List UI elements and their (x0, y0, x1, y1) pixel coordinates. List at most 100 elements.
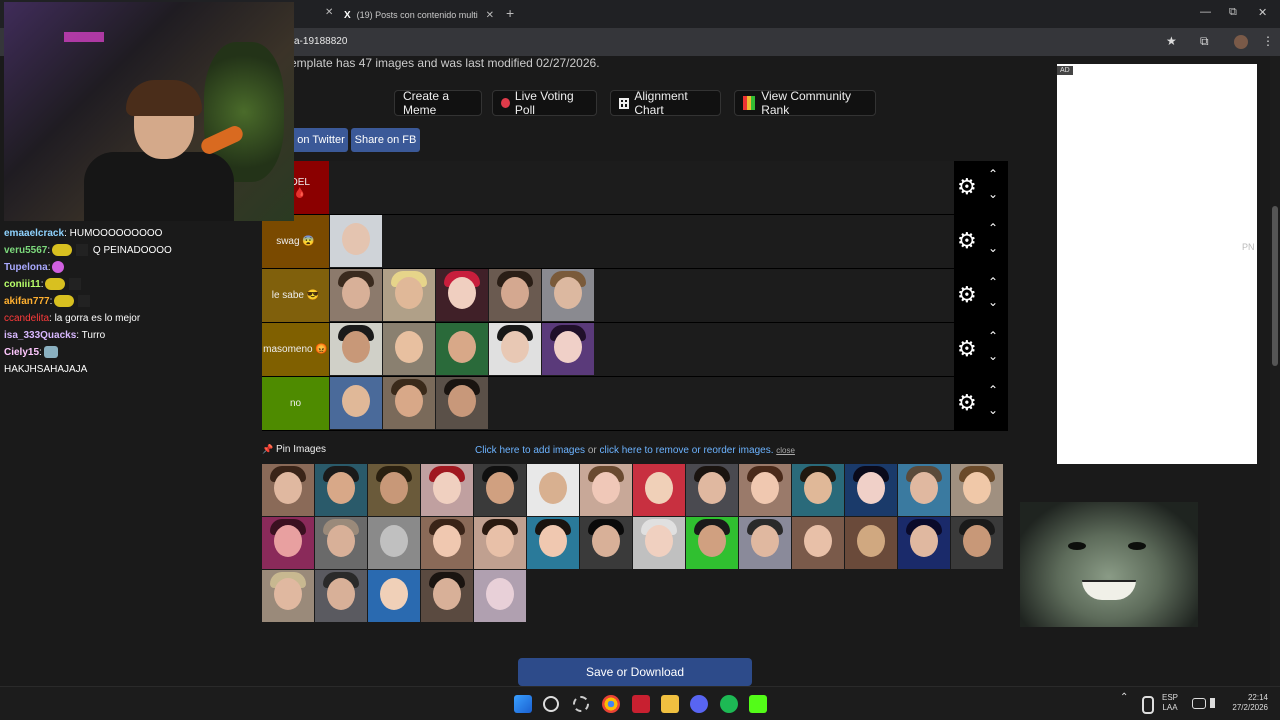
app-icon[interactable] (632, 695, 650, 713)
chevron-up-icon[interactable]: ⌃ (988, 221, 998, 235)
gear-icon[interactable]: ⚙ (957, 175, 977, 199)
community-rank-button[interactable]: View Community Rank (734, 89, 876, 117)
pool-image[interactable] (368, 464, 420, 516)
pool-image[interactable] (580, 464, 632, 516)
tier-item-image[interactable] (330, 269, 382, 321)
tier-label[interactable]: masomeno 😡 (262, 323, 329, 376)
chevron-up-icon[interactable]: ⌃ (988, 167, 998, 181)
restore-button[interactable]: ⧉ (1229, 6, 1237, 19)
pool-image[interactable] (633, 464, 685, 516)
pool-image[interactable] (527, 464, 579, 516)
pool-image[interactable] (368, 517, 420, 569)
tier-item-image[interactable] (383, 269, 435, 321)
create-meme-button[interactable]: Create a Meme (394, 89, 482, 117)
volume-icon[interactable] (1210, 698, 1225, 708)
profile-avatar-icon[interactable] (1234, 35, 1248, 49)
browser-tab[interactable]: X (19) Posts con contenido multi ✕ (344, 4, 494, 26)
tier-item-image[interactable] (489, 269, 541, 321)
tier-item-image[interactable] (436, 323, 488, 375)
chevron-down-icon[interactable]: ⌄ (988, 187, 998, 201)
pool-image[interactable] (792, 464, 844, 516)
tier-label[interactable]: no (262, 377, 329, 430)
url-field[interactable]: a-19188820 (294, 36, 347, 47)
chevron-down-icon[interactable]: ⌄ (988, 295, 998, 309)
extensions-icon[interactable]: ⧉ (1200, 34, 1209, 49)
gear-icon[interactable]: ⚙ (957, 283, 977, 307)
pool-image[interactable] (633, 517, 685, 569)
gear-icon[interactable]: ⚙ (957, 391, 977, 415)
pool-image[interactable] (739, 464, 791, 516)
pool-image[interactable] (262, 464, 314, 516)
chrome-icon[interactable] (602, 695, 620, 713)
pool-image[interactable] (315, 517, 367, 569)
tier-item-image[interactable] (330, 323, 382, 375)
minimize-button[interactable]: — (1200, 6, 1211, 18)
tier-item-image[interactable] (383, 323, 435, 375)
pool-image[interactable] (368, 570, 420, 622)
pool-image[interactable] (421, 570, 473, 622)
tier-item-image[interactable] (436, 377, 488, 429)
pool-image[interactable] (315, 570, 367, 622)
bookmark-star-icon[interactable]: ★ (1166, 34, 1177, 48)
tab-close-icon[interactable]: ✕ (325, 7, 333, 18)
close-link[interactable]: close (776, 446, 795, 455)
scrollbar-thumb[interactable] (1272, 206, 1278, 366)
page-scrollbar[interactable] (1270, 56, 1280, 686)
pool-image[interactable] (792, 517, 844, 569)
save-download-button[interactable]: Save or Download (518, 658, 752, 686)
share-fb-button[interactable]: Share on FB (351, 128, 420, 152)
pool-image[interactable] (739, 517, 791, 569)
pool-image[interactable] (315, 464, 367, 516)
tab-close-icon[interactable]: ✕ (486, 10, 494, 21)
pool-image[interactable] (474, 517, 526, 569)
clock[interactable]: 22:14 27/2/2026 (1232, 693, 1268, 713)
gear-icon[interactable]: ⚙ (957, 229, 977, 253)
menu-icon[interactable]: ⋮ (1262, 34, 1274, 48)
new-tab-button[interactable]: + (506, 5, 514, 21)
pool-image[interactable] (686, 464, 738, 516)
tier-item-image[interactable] (436, 269, 488, 321)
loading-icon[interactable] (573, 696, 589, 712)
tier-item-image[interactable] (542, 323, 594, 375)
pool-image[interactable] (580, 517, 632, 569)
chevron-down-icon[interactable]: ⌄ (988, 403, 998, 417)
pool-image[interactable] (845, 517, 897, 569)
tier-item-image[interactable] (383, 377, 435, 429)
network-icon[interactable] (1192, 698, 1206, 709)
pool-image[interactable] (421, 464, 473, 516)
add-images-link[interactable]: Click here to add images (475, 445, 585, 456)
chevron-up-icon[interactable]: ⌃ (988, 383, 998, 397)
pool-image[interactable] (262, 517, 314, 569)
tier-label[interactable]: le sabe 😎 (262, 269, 329, 322)
tier-item-image[interactable] (330, 377, 382, 429)
kick-icon[interactable] (749, 695, 767, 713)
pin-images-toggle[interactable]: 📌 Pin Images (262, 444, 326, 455)
discord-icon[interactable] (690, 695, 708, 713)
pool-image[interactable] (898, 517, 950, 569)
chevron-down-icon[interactable]: ⌄ (988, 349, 998, 363)
folder-icon[interactable] (661, 695, 679, 713)
pool-image[interactable] (474, 570, 526, 622)
tier-item-image[interactable] (542, 269, 594, 321)
tier-label[interactable]: swag 😨 (262, 215, 329, 268)
pool-image[interactable] (527, 517, 579, 569)
chevron-down-icon[interactable]: ⌄ (988, 241, 998, 255)
pool-image[interactable] (898, 464, 950, 516)
tier-item-image[interactable] (330, 215, 382, 267)
chevron-up-icon[interactable]: ⌃ (988, 275, 998, 289)
pool-image[interactable] (951, 517, 1003, 569)
advertisement[interactable] (1057, 64, 1257, 464)
pool-image[interactable] (474, 464, 526, 516)
spotify-icon[interactable] (720, 695, 738, 713)
window-close-button[interactable]: ✕ (1258, 6, 1267, 19)
reorder-images-link[interactable]: click here to remove or reorder images. (600, 445, 774, 456)
language-indicator[interactable]: ESP LAA (1162, 693, 1178, 713)
chevron-up-icon[interactable]: ⌃ (988, 329, 998, 343)
pool-image[interactable] (686, 517, 738, 569)
pool-image[interactable] (845, 464, 897, 516)
tray-chevron-icon[interactable]: ⌃ (1120, 693, 1128, 703)
pool-image[interactable] (421, 517, 473, 569)
live-voting-button[interactable]: Live Voting Poll (492, 89, 597, 117)
tier-item-image[interactable] (489, 323, 541, 375)
gear-icon[interactable]: ⚙ (957, 337, 977, 361)
